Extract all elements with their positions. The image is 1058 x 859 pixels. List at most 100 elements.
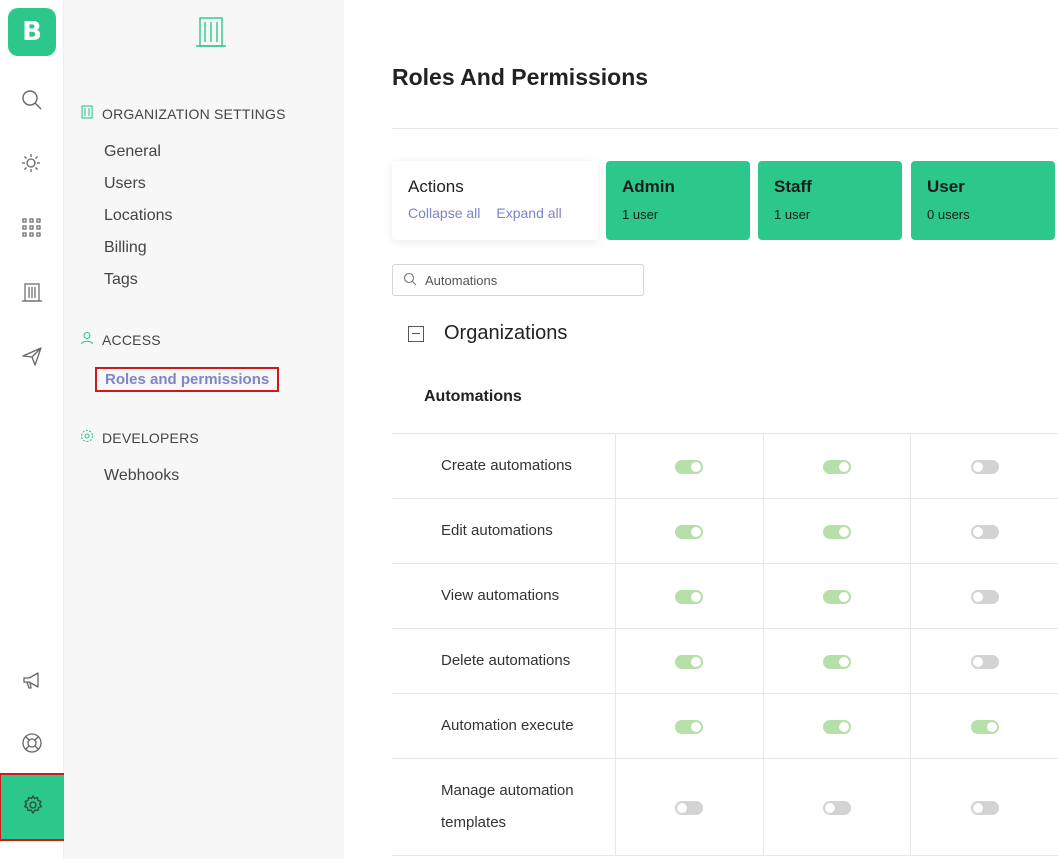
permission-cell <box>615 433 764 499</box>
permission-cell <box>615 628 764 694</box>
permission-toggle-admin[interactable] <box>675 590 704 604</box>
actions-card: Actions Collapse all Expand all <box>392 161 598 240</box>
permission-toggle-user[interactable] <box>970 590 999 604</box>
role-card-staff[interactable]: Staff 1 user <box>758 161 902 240</box>
page-title: Roles And Permissions <box>392 64 649 90</box>
menu-item-tags[interactable]: Tags <box>104 271 138 289</box>
app-logo[interactable]: B <box>8 8 56 56</box>
app-rail: B <box>0 0 66 859</box>
section-title: ACCESS <box>102 331 161 348</box>
role-name: Staff <box>774 177 812 196</box>
table-row: Manage automation templates <box>392 758 1058 856</box>
permission-toggle-user[interactable] <box>970 801 999 815</box>
permission-cell <box>910 563 1058 629</box>
permission-toggle-staff[interactable] <box>822 460 851 474</box>
send-icon[interactable] <box>16 340 48 372</box>
role-name: Admin <box>622 177 675 196</box>
organizations-title: Organizations <box>444 322 568 344</box>
lifebuoy-icon[interactable] <box>16 727 48 759</box>
permission-cell <box>615 693 764 759</box>
permission-cell <box>762 563 911 629</box>
menu-item-general[interactable]: General <box>104 143 161 161</box>
permission-cell <box>615 563 764 629</box>
settings-panel: ORGANIZATION SETTINGS General Users Loca… <box>64 0 344 859</box>
expand-all-link[interactable]: Expand all <box>496 205 561 221</box>
role-user-count: 0 users <box>927 207 970 222</box>
table-row: Edit automations <box>392 498 1058 564</box>
permission-cell <box>910 433 1058 499</box>
divider <box>392 128 1058 129</box>
menu-item-webhooks[interactable]: Webhooks <box>104 467 179 485</box>
permission-label: View automations <box>392 563 616 629</box>
apps-grid-icon[interactable] <box>16 212 48 244</box>
menu-item-billing[interactable]: Billing <box>104 239 147 257</box>
section-title: DEVELOPERS <box>102 429 199 446</box>
actions-title: Actions <box>408 177 464 196</box>
building-icon <box>80 105 94 122</box>
table-row: Delete automations <box>392 628 1058 694</box>
user-icon <box>80 331 94 348</box>
building-icon[interactable] <box>16 276 48 308</box>
permission-label: Automation execute <box>392 693 616 759</box>
organizations-section-header: Organizations <box>408 322 567 345</box>
permission-label: Manage automation templates <box>392 758 616 856</box>
settings-nav-button[interactable] <box>0 773 66 841</box>
gear-icon <box>22 794 44 820</box>
permission-toggle-staff[interactable] <box>822 720 851 734</box>
permission-toggle-staff[interactable] <box>822 590 851 604</box>
permission-cell <box>910 693 1058 759</box>
permission-toggle-staff[interactable] <box>822 801 851 815</box>
permission-toggle-admin[interactable] <box>675 460 704 474</box>
permission-toggle-admin[interactable] <box>675 525 704 539</box>
gear-icon <box>80 429 94 446</box>
permission-toggle-admin[interactable] <box>675 801 704 815</box>
collapse-toggle-icon[interactable] <box>408 325 424 342</box>
section-developers: DEVELOPERS <box>80 429 199 446</box>
permission-toggle-admin[interactable] <box>675 655 704 669</box>
permissions-table: Create automations Edit automations View a… <box>392 433 1058 856</box>
permission-cell <box>762 758 911 856</box>
role-card-user[interactable]: User 0 users <box>911 161 1055 240</box>
permission-toggle-staff[interactable] <box>822 655 851 669</box>
permission-toggle-staff[interactable] <box>822 525 851 539</box>
permission-label: Edit automations <box>392 498 616 564</box>
permission-toggle-user[interactable] <box>970 655 999 669</box>
permission-search[interactable] <box>392 264 644 296</box>
permission-cell <box>910 498 1058 564</box>
megaphone-icon[interactable] <box>16 665 48 697</box>
sun-icon[interactable] <box>16 148 48 180</box>
permission-cell <box>910 628 1058 694</box>
permission-cell <box>762 498 911 564</box>
role-user-count: 1 user <box>774 207 811 222</box>
search-icon <box>403 271 417 290</box>
permission-cell <box>762 628 911 694</box>
permission-cell <box>615 758 764 856</box>
collapse-all-link[interactable]: Collapse all <box>408 205 480 221</box>
permission-cell <box>762 693 911 759</box>
search-icon[interactable] <box>16 84 48 116</box>
section-organization-settings: ORGANIZATION SETTINGS <box>80 105 286 122</box>
search-input[interactable] <box>425 272 625 288</box>
main-content: Roles And Permissions Actions Collapse a… <box>344 0 1058 859</box>
section-access: ACCESS <box>80 331 161 348</box>
permission-cell <box>615 498 764 564</box>
role-user-count: 1 user <box>622 207 659 222</box>
menu-item-users[interactable]: Users <box>104 175 146 193</box>
permission-toggle-user[interactable] <box>970 525 999 539</box>
permission-cell <box>910 758 1058 856</box>
permission-label: Delete automations <box>392 628 616 694</box>
role-card-admin[interactable]: Admin 1 user <box>606 161 750 240</box>
section-title: ORGANIZATION SETTINGS <box>102 105 286 122</box>
table-row: Create automations <box>392 433 1058 499</box>
permission-group-title: Automations <box>424 388 522 405</box>
permission-toggle-user[interactable] <box>970 720 999 734</box>
role-name: User <box>927 177 965 196</box>
table-row: Automation execute <box>392 693 1058 759</box>
building-icon <box>195 16 227 52</box>
permission-toggle-user[interactable] <box>970 460 999 474</box>
menu-item-locations[interactable]: Locations <box>104 207 173 225</box>
permission-cell <box>762 433 911 499</box>
table-row: View automations <box>392 563 1058 629</box>
permission-toggle-admin[interactable] <box>675 720 704 734</box>
menu-item-roles-and-permissions[interactable]: Roles and permissions <box>95 367 280 392</box>
